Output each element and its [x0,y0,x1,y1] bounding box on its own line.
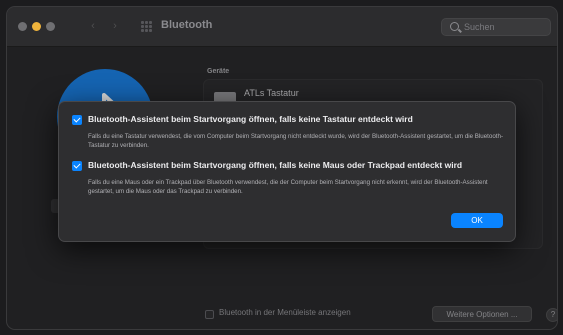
minimize-button[interactable] [32,22,41,31]
mouse-assistant-description: Falls du eine Maus oder ein Trackpad übe… [88,179,488,195]
advanced-options-sheet: Bluetooth-Assistent beim Startvorgang öf… [58,101,516,242]
title-bar: ‹ › Bluetooth [7,7,557,47]
close-button[interactable] [18,22,27,31]
search-icon [450,22,459,31]
window-title: Bluetooth [161,19,213,31]
grid-icon[interactable] [141,21,152,32]
zoom-button[interactable] [46,22,55,31]
back-chevron-icon[interactable]: ‹ [87,20,99,32]
mouse-assistant-title[interactable]: Bluetooth-Assistent beim Startvorgang öf… [88,160,462,170]
search-field[interactable] [441,18,551,36]
keyboard-assistant-description: Falls du eine Tastatur verwendest, die v… [88,133,503,149]
keyboard-assistant-checkbox[interactable] [72,115,82,125]
forward-chevron-icon[interactable]: › [109,20,121,32]
keyboard-assistant-title[interactable]: Bluetooth-Assistent beim Startvorgang öf… [88,114,413,124]
search-input[interactable] [464,21,548,33]
ok-button[interactable]: OK [451,213,503,228]
mouse-assistant-checkbox[interactable] [72,161,82,171]
